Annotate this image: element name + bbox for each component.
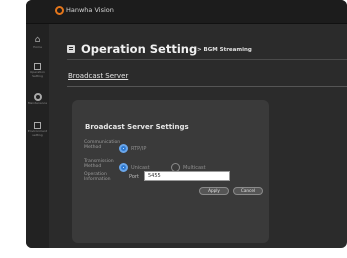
sidebar-item-label: Operation Setting bbox=[30, 70, 45, 78]
operation-setting-icon bbox=[34, 63, 41, 70]
sidebar-item-label: Maintenance bbox=[27, 101, 48, 105]
title-divider bbox=[67, 59, 347, 60]
home-icon: ⌂ bbox=[34, 35, 41, 45]
transmission-method-label: Transmission Method bbox=[84, 159, 114, 169]
sidebar-item-operation-setting[interactable]: Operation Setting bbox=[26, 63, 49, 78]
tab-broadcast-server[interactable]: Broadcast Server bbox=[68, 72, 128, 80]
page-title-icon bbox=[67, 45, 75, 53]
sidebar-item-label: Home bbox=[33, 45, 42, 49]
sidebar-item-maintenance[interactable]: Maintenance bbox=[26, 93, 49, 106]
communication-method-label: Communication Method bbox=[84, 140, 121, 150]
unicast-radio[interactable] bbox=[119, 163, 128, 172]
panel-title: Broadcast Server Settings bbox=[85, 123, 189, 131]
cancel-button[interactable]: Cancel bbox=[233, 187, 263, 195]
section-divider bbox=[67, 86, 347, 87]
breadcrumb: > BGM Streaming bbox=[197, 47, 252, 53]
operation-information-label: Operation Information bbox=[84, 172, 111, 182]
top-bar: Hanwha Vision bbox=[26, 0, 347, 24]
rtp-ip-radio[interactable] bbox=[119, 144, 128, 153]
brand-logo-icon bbox=[55, 6, 64, 15]
sidebar: ⌂ Home Operation Setting Maintenance Env… bbox=[26, 24, 49, 248]
environment-setting-icon bbox=[34, 122, 41, 129]
maintenance-icon bbox=[33, 93, 42, 101]
brand-name: Hanwha Vision bbox=[66, 6, 114, 14]
page-title: Operation Setting bbox=[81, 42, 198, 56]
apply-button[interactable]: Apply bbox=[199, 187, 229, 195]
rtp-ip-label: RTP/IP bbox=[131, 146, 147, 152]
sidebar-item-home[interactable]: ⌂ Home bbox=[26, 36, 49, 50]
port-input[interactable]: 5455 bbox=[144, 171, 230, 181]
sidebar-item-label: Environment setting bbox=[27, 129, 48, 137]
broadcast-server-settings-panel: Broadcast Server Settings Communication … bbox=[72, 100, 269, 243]
sidebar-item-environment-setting[interactable]: Environment setting bbox=[26, 122, 49, 137]
port-label: Port bbox=[129, 174, 139, 180]
app-window: Hanwha Vision ⌂ Home Operation Setting M… bbox=[26, 0, 347, 248]
